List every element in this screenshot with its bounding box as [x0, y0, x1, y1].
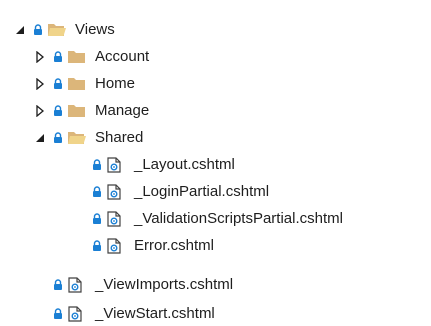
lock-icon	[92, 186, 102, 198]
lock-icon	[33, 24, 43, 36]
tree-node-shared[interactable]: Shared	[33, 126, 143, 150]
expanded-arrow-icon[interactable]	[33, 131, 47, 145]
tree-node-file[interactable]: Error.cshtml	[92, 234, 214, 258]
solution-explorer-tree: Views Account Home Manage Shared _Layout…	[0, 0, 431, 322]
node-label: Shared	[95, 129, 144, 146]
node-label: Views	[75, 21, 115, 38]
razor-file-icon	[67, 306, 87, 322]
node-label: Home	[95, 75, 136, 92]
razor-file-icon	[106, 211, 126, 227]
tree-node-views[interactable]: Views	[13, 18, 115, 42]
lock-icon	[53, 279, 63, 291]
lock-icon	[92, 159, 102, 171]
node-label: _ViewImports.cshtml	[95, 276, 234, 293]
node-label: Account	[95, 48, 150, 65]
node-label: _LoginPartial.cshtml	[134, 183, 270, 200]
node-label: _Layout.cshtml	[134, 156, 235, 173]
lock-icon	[53, 105, 63, 117]
lock-icon	[92, 213, 102, 225]
node-label: Error.cshtml	[134, 237, 215, 254]
lock-icon	[53, 308, 63, 320]
expanded-arrow-icon[interactable]	[13, 23, 27, 37]
folder-closed-icon	[67, 49, 87, 65]
tree-node-file[interactable]: _ViewStart.cshtml	[53, 302, 215, 326]
node-label: _ValidationScriptsPartial.cshtml	[134, 210, 343, 227]
collapsed-arrow-icon[interactable]	[33, 77, 47, 91]
folder-open-icon	[47, 22, 67, 38]
tree-node-file[interactable]: _ViewImports.cshtml	[53, 273, 233, 297]
tree-node-file[interactable]: _LoginPartial.cshtml	[92, 180, 269, 204]
tree-node-home[interactable]: Home	[33, 72, 135, 96]
collapsed-arrow-icon[interactable]	[33, 104, 47, 118]
node-label: Manage	[95, 102, 150, 119]
folder-closed-icon	[67, 76, 87, 92]
folder-open-icon	[67, 130, 87, 146]
razor-file-icon	[106, 184, 126, 200]
folder-closed-icon	[67, 103, 87, 119]
lock-icon	[53, 132, 63, 144]
tree-node-file[interactable]: _ValidationScriptsPartial.cshtml	[92, 207, 343, 231]
razor-file-icon	[106, 157, 126, 173]
tree-node-account[interactable]: Account	[33, 45, 149, 69]
node-label: _ViewStart.cshtml	[95, 305, 215, 322]
collapsed-arrow-icon[interactable]	[33, 50, 47, 64]
lock-icon	[92, 240, 102, 252]
tree-node-manage[interactable]: Manage	[33, 99, 149, 123]
lock-icon	[53, 78, 63, 90]
lock-icon	[53, 51, 63, 63]
razor-file-icon	[67, 277, 87, 293]
tree-node-file[interactable]: _Layout.cshtml	[92, 153, 235, 177]
razor-file-icon	[106, 238, 126, 254]
